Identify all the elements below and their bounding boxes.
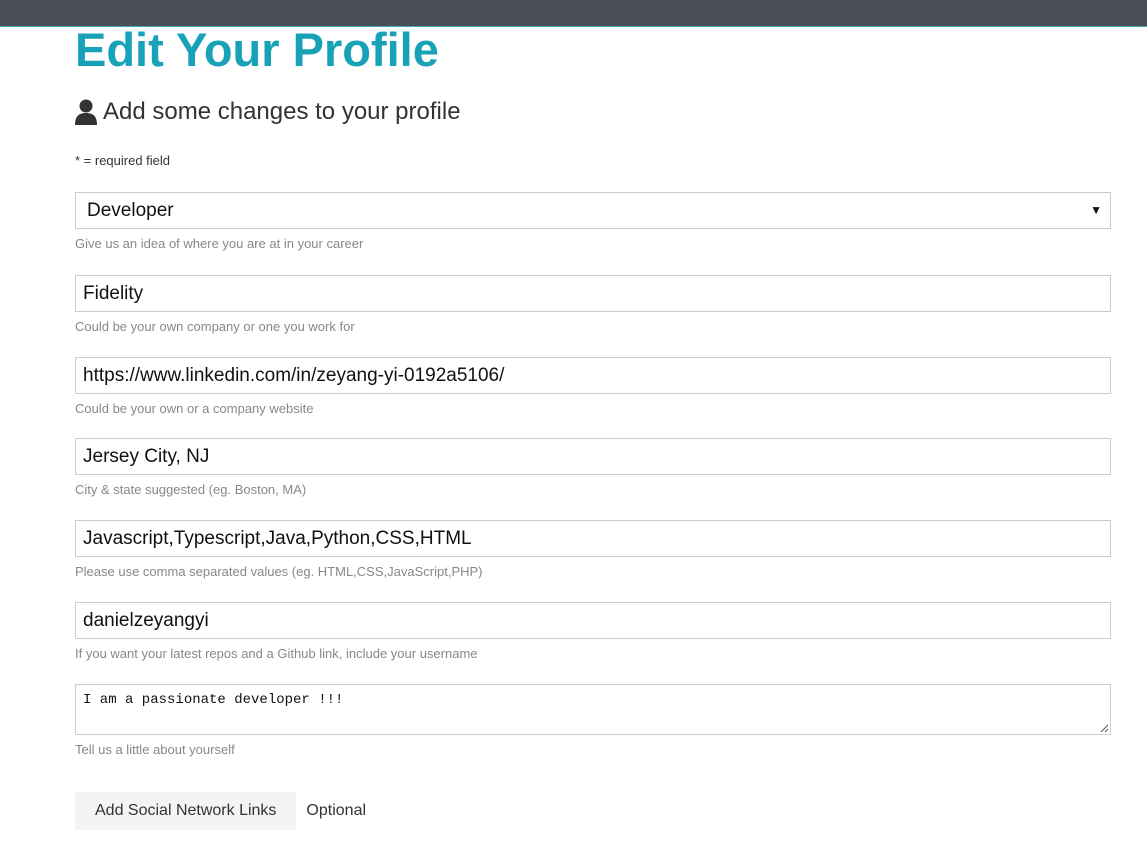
- resize-grip-icon[interactable]: [1099, 723, 1109, 733]
- bio-textarea[interactable]: I am a passionate developer !!!: [75, 684, 1111, 735]
- website-input-value: https://www.linkedin.com/in/zeyang-yi-01…: [83, 364, 505, 386]
- github-username-input[interactable]: danielzeyangyi: [75, 602, 1111, 639]
- page-title: Edit Your Profile: [75, 23, 439, 76]
- website-input[interactable]: https://www.linkedin.com/in/zeyang-yi-01…: [75, 357, 1111, 394]
- company-input-value: Fidelity: [83, 282, 144, 304]
- github-input-value: danielzeyangyi: [83, 609, 209, 631]
- status-hint: Give us an idea of where you are at in y…: [75, 236, 364, 251]
- github-field: danielzeyangyi If you want your latest r…: [75, 602, 1111, 662]
- website-hint: Could be your own or a company website: [75, 401, 314, 416]
- lead-text: Add some changes to your profile: [75, 96, 461, 128]
- bio-textarea-value: I am a passionate developer !!!: [83, 692, 344, 708]
- website-field: https://www.linkedin.com/in/zeyang-yi-01…: [75, 357, 1111, 417]
- company-hint: Could be your own company or one you wor…: [75, 319, 355, 334]
- bio-field: I am a passionate developer !!! Tell us …: [75, 684, 1111, 758]
- add-social-links-button[interactable]: Add Social Network Links: [75, 792, 297, 830]
- optional-label: Optional: [306, 802, 367, 819]
- social-links-row: Add Social Network Links Optional: [75, 792, 366, 830]
- bio-hint: Tell us a little about yourself: [75, 742, 235, 757]
- lead-label: Add some changes to your profile: [103, 98, 461, 125]
- status-field: Developer ▼ Give us an idea of where you…: [75, 192, 1111, 252]
- status-selected-value: Developer: [87, 199, 174, 221]
- required-field-note: * = required field: [75, 153, 171, 168]
- status-select[interactable]: Developer ▼: [75, 192, 1111, 229]
- location-input[interactable]: Jersey City, NJ: [75, 438, 1111, 475]
- skills-input-value: Javascript,Typescript,Java,Python,CSS,HT…: [83, 527, 472, 549]
- company-field: Fidelity Could be your own company or on…: [75, 275, 1111, 335]
- company-input[interactable]: Fidelity: [75, 275, 1111, 312]
- github-hint: If you want your latest repos and a Gith…: [75, 646, 478, 661]
- skills-input[interactable]: Javascript,Typescript,Java,Python,CSS,HT…: [75, 520, 1111, 557]
- skills-hint: Please use comma separated values (eg. H…: [75, 564, 483, 579]
- skills-field: Javascript,Typescript,Java,Python,CSS,HT…: [75, 520, 1111, 580]
- user-icon: [75, 99, 97, 125]
- chevron-down-icon: ▼: [1090, 203, 1102, 217]
- location-input-value: Jersey City, NJ: [83, 445, 210, 467]
- location-field: Jersey City, NJ City & state suggested (…: [75, 438, 1111, 498]
- location-hint: City & state suggested (eg. Boston, MA): [75, 482, 307, 497]
